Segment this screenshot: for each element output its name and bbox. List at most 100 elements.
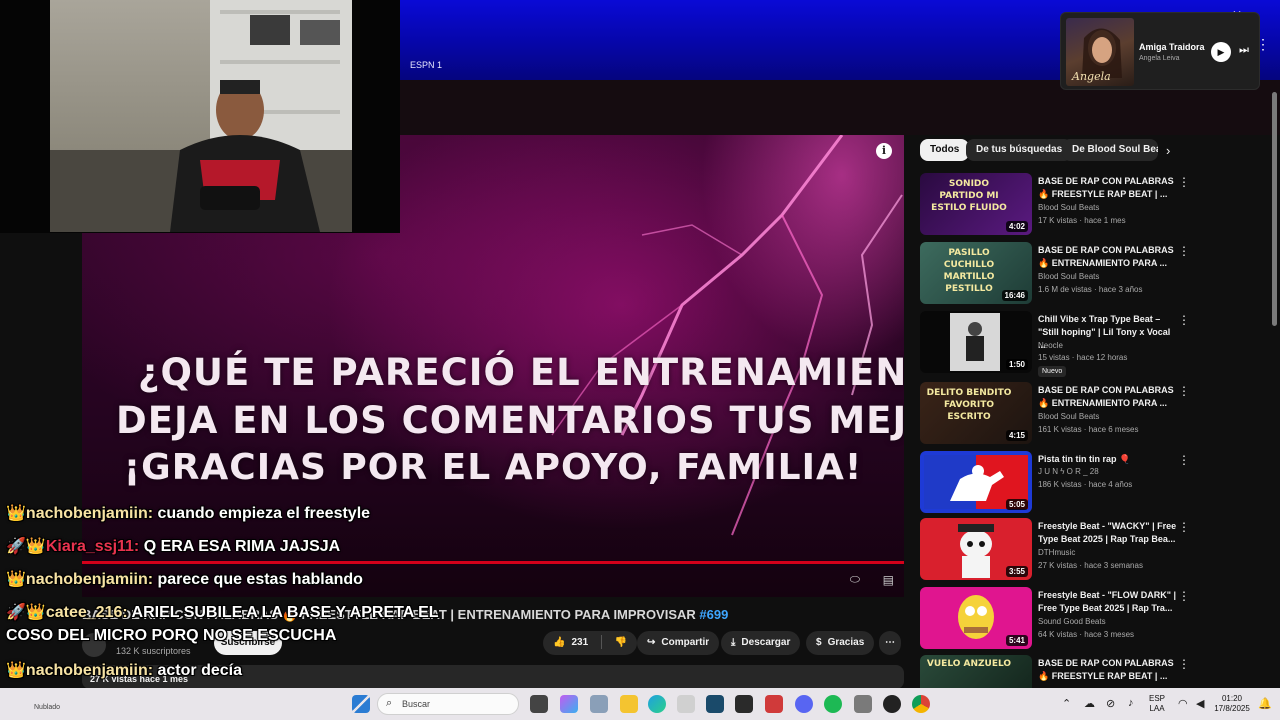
more-vert-icon[interactable]: ⋮ [1178, 520, 1190, 534]
video-thumbnail[interactable]: VUELO ANZUELO [920, 655, 1032, 688]
more-vert-icon[interactable]: ⋮ [1178, 244, 1190, 258]
video-hashtag[interactable]: #699 [699, 607, 728, 622]
next-icon[interactable]: ⏭ [1239, 44, 1249, 57]
chat-username: nachobenjamiin: [25, 505, 154, 522]
channel-name[interactable]: Sound Good Beats [1038, 617, 1106, 626]
chrome-icon[interactable] [912, 695, 930, 713]
more-actions-button[interactable]: ⋯ [879, 631, 901, 655]
subtitles-icon[interactable]: ▤ [883, 573, 894, 587]
video-thumbnail[interactable]: SONIDO PARTIDO MI ESTILO FLUIDO 4:02 [920, 173, 1032, 235]
recommended-video[interactable]: PASILLO CUCHILLO MARTILLO PESTILLO 16:46… [920, 242, 1260, 304]
channel-name[interactable]: Blood Soul Beats [1038, 203, 1099, 212]
search-icon: ⌕ [386, 697, 393, 709]
clock[interactable]: 01:20 17/8/2025 [1212, 694, 1252, 714]
more-vert-icon[interactable]: ⋮ [1178, 453, 1190, 467]
chevron-up-icon[interactable]: ⌃ [1062, 697, 1071, 710]
play-button[interactable]: ▶ [1211, 42, 1231, 62]
crown-icon: 👑 [6, 571, 26, 588]
webcam-feed [50, 0, 352, 232]
app-icon[interactable] [854, 695, 872, 713]
copilot-icon[interactable] [560, 695, 578, 713]
app-icon[interactable] [765, 695, 783, 713]
more-vert-icon[interactable]: ⋮ [1178, 384, 1190, 398]
app-icon[interactable] [735, 695, 753, 713]
channel-name[interactable]: DTHmusic [1038, 548, 1075, 557]
video-meta: 15 vistas · hace 12 horas [1038, 353, 1128, 362]
chip-de-tus-busquedas[interactable]: De tus búsquedas [966, 139, 1073, 161]
thanks-button[interactable]: $ Gracias [806, 631, 875, 655]
language-indicator[interactable]: ESP LAA [1146, 694, 1168, 714]
recommended-video[interactable]: DELITO BENDITO FAVORITO ESCRITO 4:15 BAS… [920, 382, 1260, 444]
notification-bell-icon[interactable]: 🔔 [1258, 697, 1272, 710]
spotify-icon[interactable] [824, 695, 842, 713]
file-explorer-icon[interactable] [620, 695, 638, 713]
video-title[interactable]: BASE DE RAP CON PALABRAS 🔥 ENTRENAMIENTO… [1038, 244, 1178, 270]
video-thumbnail[interactable]: PASILLO CUCHILLO MARTILLO PESTILLO 16:46 [920, 242, 1032, 304]
wifi-icon[interactable]: ◠ [1178, 697, 1188, 710]
more-vert-icon[interactable]: ⋮ [1178, 589, 1190, 603]
chat-message: 👑nachobenjamiin: parece que estas hablan… [6, 569, 363, 589]
autoplay-toggle-icon[interactable]: ⬭ [850, 572, 860, 587]
volume-icon[interactable]: ◀ [1196, 697, 1204, 710]
windows-taskbar: Nublado ⌕ Buscar ⌃ ☁ ⊘ ♪ ESP LAA ◠ ◀ 01:… [0, 688, 1280, 720]
chat-username: catee_216: [45, 604, 128, 621]
recommended-video[interactable]: SONIDO PARTIDO MI ESTILO FLUIDO 4:02 BAS… [920, 173, 1260, 235]
video-meta: 17 K vistas · hace 1 mes [1038, 216, 1126, 225]
video-thumbnail[interactable]: 5:41 [920, 587, 1032, 649]
video-title[interactable]: BASE DE RAP CON PALABRAS 🔥 FREESTYLE RAP… [1038, 657, 1178, 683]
thumbnail-text: PASILLO CUCHILLO MARTILLO PESTILLO [943, 248, 995, 294]
download-button[interactable]: ⤓ Descargar [721, 631, 801, 655]
edge-icon[interactable] [648, 695, 666, 713]
more-vert-icon[interactable]: ⋮ [1178, 657, 1190, 671]
widgets-icon[interactable] [590, 695, 608, 713]
task-view-icon[interactable] [530, 695, 548, 713]
video-title[interactable]: Freestyle Beat - "WACKY" | Free Type Bea… [1038, 520, 1178, 546]
scrollbar[interactable] [1272, 92, 1277, 326]
chat-text: cuando empieza el freestyle [157, 505, 371, 522]
mini-player[interactable]: Angela Amiga Traidora Angela Leiva ▶ ⏭ [1060, 12, 1260, 90]
more-vert-icon[interactable]: ⋮ [1178, 175, 1190, 189]
recommended-video[interactable]: 3:55 Freestyle Beat - "WACKY" | Free Typ… [920, 518, 1260, 580]
recommended-video[interactable]: 1:50 Chill Vibe x Trap Type Beat – "Stil… [920, 311, 1260, 377]
video-title[interactable]: BASE DE RAP CON PALABRAS 🔥 ENTRENAMIENTO… [1038, 384, 1178, 410]
video-thumbnail[interactable]: DELITO BENDITO FAVORITO ESCRITO 4:15 [920, 382, 1032, 444]
video-thumbnail[interactable]: 5:05 [920, 451, 1032, 513]
info-icon[interactable]: i [876, 143, 892, 159]
microphone-icon[interactable]: ♪ [1128, 697, 1134, 709]
video-title[interactable]: Pista tin tin tin rap 🎈 [1038, 453, 1178, 466]
discord-icon[interactable] [795, 695, 813, 713]
taskbar-search[interactable]: ⌕ Buscar [377, 693, 519, 715]
video-progress-bar[interactable] [82, 561, 904, 564]
thumbnail-text: VUELO ANZUELO [926, 659, 1012, 669]
video-thumbnail[interactable]: 1:50 [920, 311, 1032, 373]
app-tray-icon[interactable]: ⊘ [1106, 697, 1115, 710]
obs-icon[interactable] [883, 695, 901, 713]
thumbs-down-icon[interactable]: 👎 [615, 637, 627, 648]
share-label: Compartir [661, 637, 710, 648]
video-title[interactable]: BASE DE RAP CON PALABRAS 🔥 FREESTYLE RAP… [1038, 175, 1178, 201]
like-button[interactable]: 👍 231 👎 [543, 631, 638, 655]
share-button[interactable]: ↪ Compartir [637, 631, 720, 655]
channel-name[interactable]: Blood Soul Beats [1038, 272, 1099, 281]
windows-start-icon[interactable] [352, 695, 370, 713]
chat-text: actor decía [157, 662, 242, 679]
video-thumbnail[interactable]: 3:55 [920, 518, 1032, 580]
recommended-video[interactable]: VUELO ANZUELO BASE DE RAP CON PALABRAS 🔥… [920, 655, 1260, 688]
recommended-video[interactable]: 5:05 Pista tin tin tin rap 🎈 J U N ϟ O R… [920, 451, 1260, 513]
app-icon[interactable] [706, 695, 724, 713]
store-icon[interactable] [677, 695, 695, 713]
bookmark-espn[interactable]: ESPN 1 [410, 60, 442, 70]
more-vert-icon[interactable]: ⋮ [1178, 313, 1190, 327]
network-icon[interactable]: ☁ [1084, 697, 1095, 710]
channel-name[interactable]: Neocle [1038, 341, 1063, 350]
channel-name[interactable]: J U N ϟ O R _ 28 [1038, 467, 1099, 476]
channel-name[interactable]: Blood Soul Beats [1038, 412, 1099, 421]
weather-text[interactable]: Nublado [34, 704, 60, 711]
recommended-video[interactable]: 5:41 Freestyle Beat - "FLOW DARK" | Free… [920, 587, 1260, 649]
chip-todos[interactable]: Todos [920, 139, 970, 161]
chevron-right-icon[interactable]: › [1166, 143, 1170, 158]
video-overlay-line-3: ¡GRACIAS POR EL APOYO, FAMILIA! [123, 447, 863, 488]
chip-de-blood-soul-beats[interactable]: De Blood Soul Beats [1062, 139, 1158, 161]
video-title[interactable]: Freestyle Beat - "FLOW DARK" | Free Type… [1038, 589, 1178, 615]
download-label: Descargar [741, 637, 791, 648]
